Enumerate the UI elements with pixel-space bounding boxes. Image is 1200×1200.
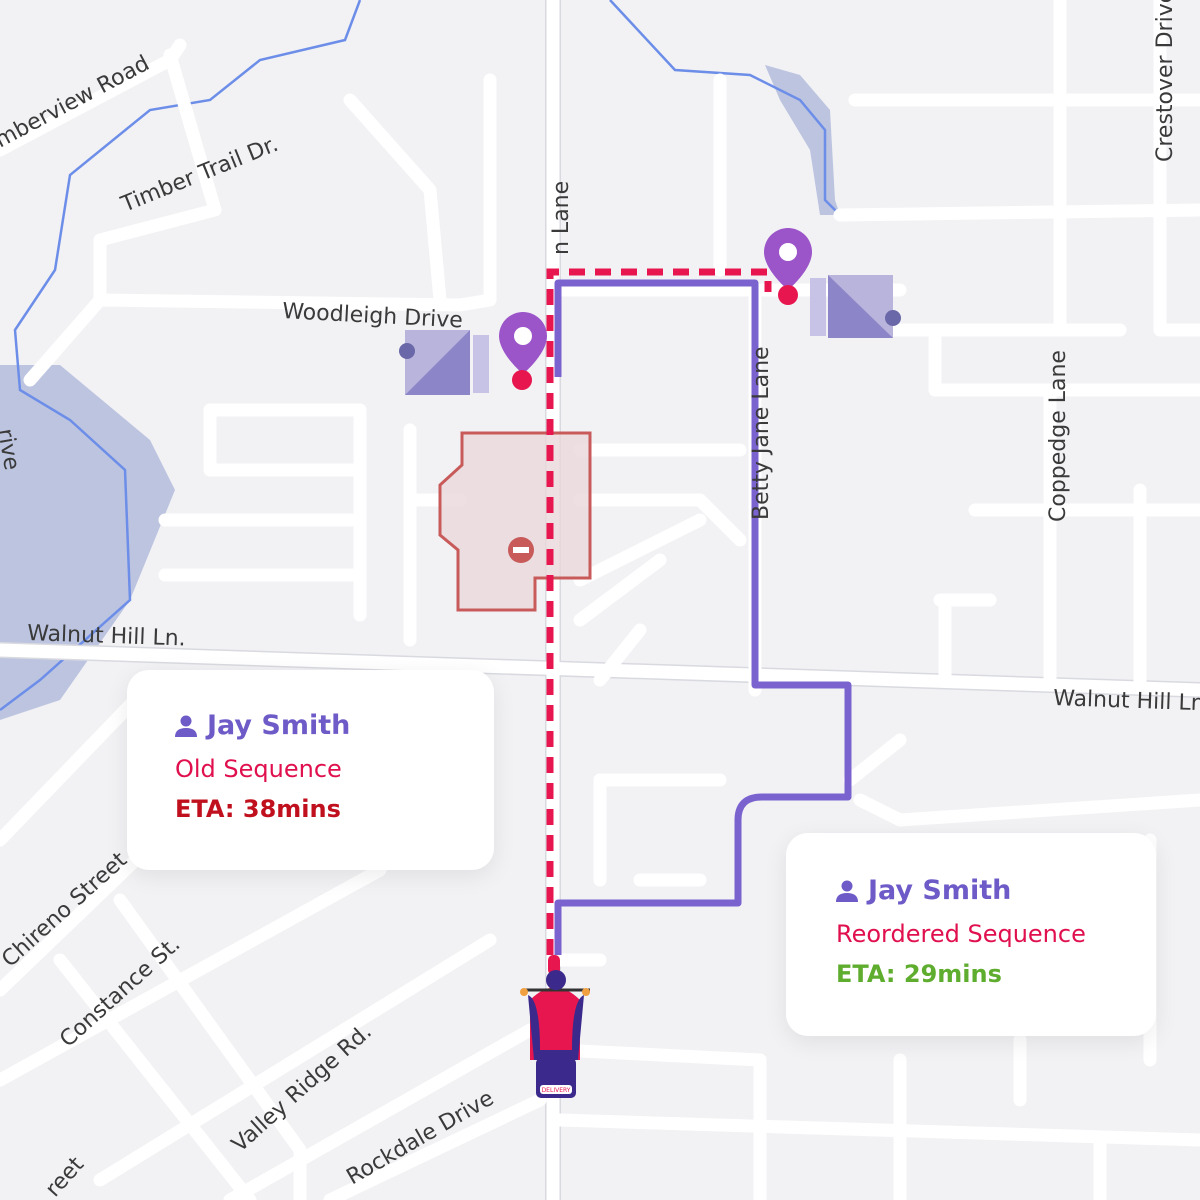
blocked-zone [438,431,592,612]
user-icon [836,880,858,902]
street-label: Crestover Drive [1153,0,1178,162]
street-label: Walnut Hill Ln [1053,686,1200,716]
street-label: Coppedge Lane [1046,350,1071,522]
driver-name: Jay Smith [868,875,1012,906]
sequence-label: Old Sequence [175,755,342,783]
reordered-sequence-card: Jay Smith Reordered Sequence ETA: 29mins [786,833,1156,1036]
delivery-rider-icon: DELIVERY [520,955,590,1098]
street-label: n Lane [549,181,574,255]
user-icon [175,715,197,737]
eta-label: ETA: 29mins [836,960,1002,988]
sequence-label: Reordered Sequence [836,920,1086,948]
delivery-label: DELIVERY [542,1087,571,1094]
old-sequence-card: Jay Smith Old Sequence ETA: 38mins [127,670,494,870]
street-label: reet [41,1152,89,1200]
driver-name: Jay Smith [207,710,351,741]
no-entry-icon [508,537,534,563]
street-label: Betty Jane Lane [749,346,774,520]
building-icon [399,330,489,395]
location-pin-icon [499,312,547,390]
building-icon [810,275,901,338]
eta-label: ETA: 38mins [175,795,341,823]
street-label: Chireno Street [0,847,132,972]
street-label: mberview Road [0,51,154,153]
water-area [0,365,175,720]
